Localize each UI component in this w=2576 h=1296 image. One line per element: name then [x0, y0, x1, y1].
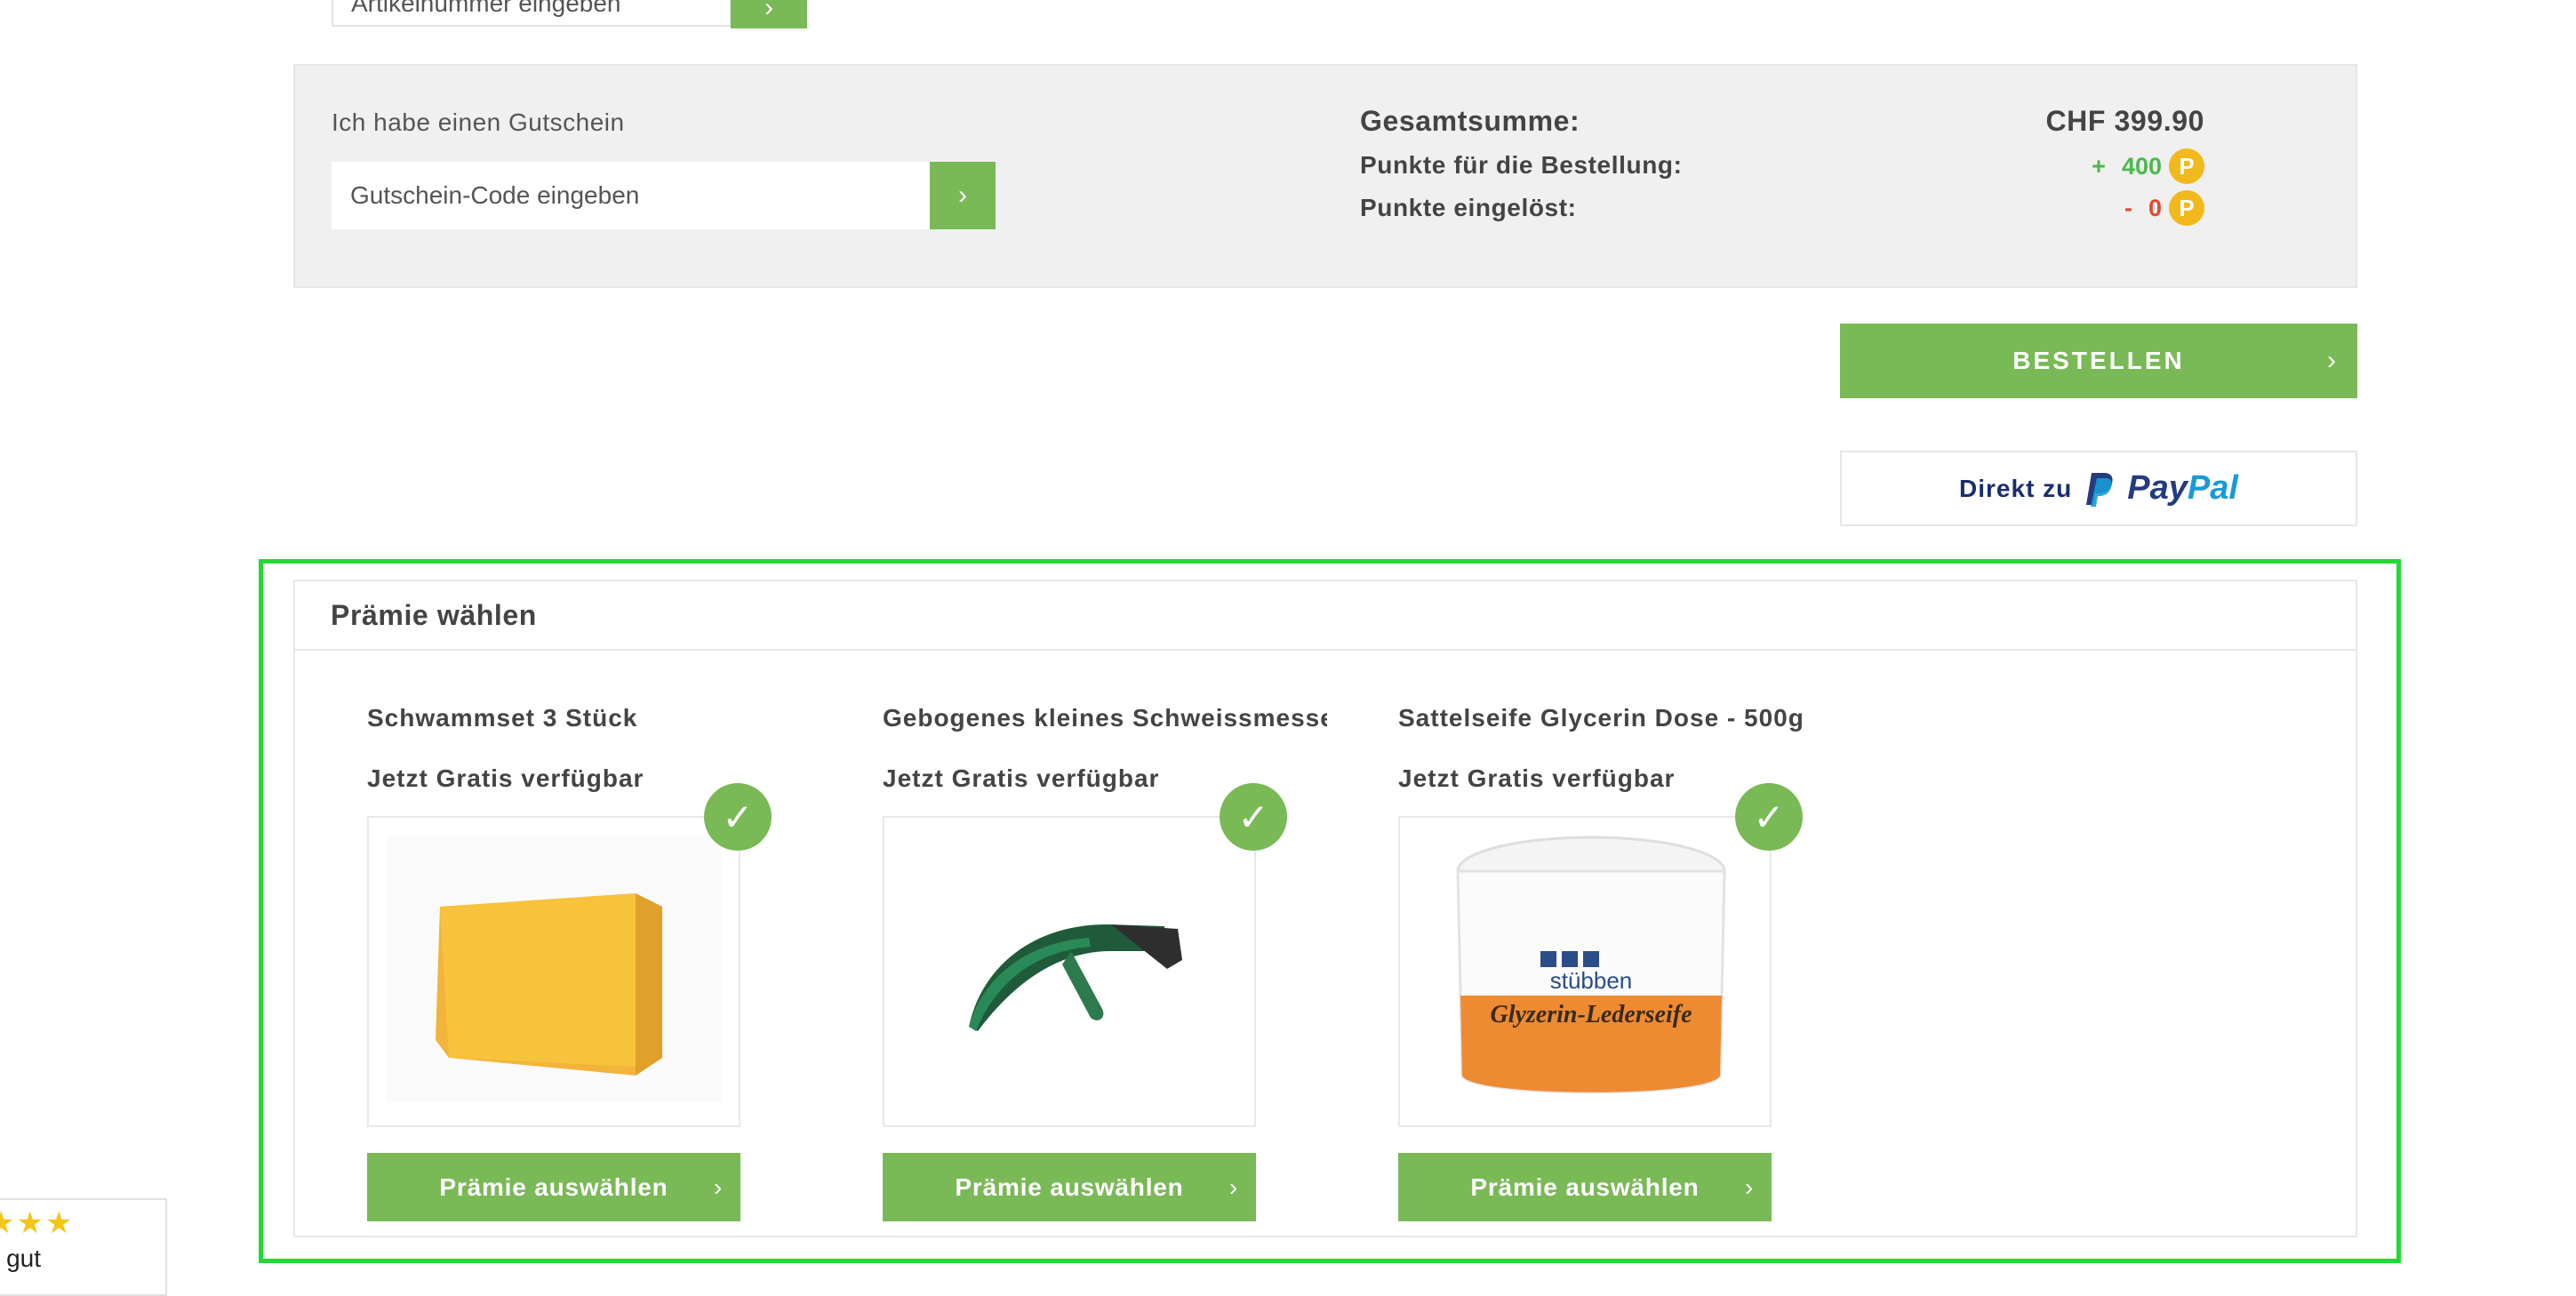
points-redeemed-number: 0 [2148, 194, 2162, 221]
chevron-right-icon: › [1228, 1172, 1238, 1201]
reward-panel-title: Prämie wählen [331, 599, 537, 631]
points-redeemed-sign: - [2124, 194, 2132, 221]
points-earned-label: Punkte für die Bestellung: [1360, 151, 1683, 179]
chevron-right-icon: › [2327, 346, 2336, 375]
check-icon: ✓ [1220, 783, 1287, 851]
paypal-wordmark: PayPal [2127, 469, 2238, 507]
reward-image-saddle-soap[interactable]: stübben Glyzerin-Lederseife [1398, 816, 1772, 1127]
rating-text: r gut [0, 1244, 42, 1272]
select-reward-button[interactable]: Prämie auswählen › [1398, 1153, 1772, 1221]
reward-availability: Jetzt Gratis verfügbar [1398, 764, 1676, 792]
saddle-soap-tin-image: stübben Glyzerin-Lederseife [1456, 836, 1726, 1094]
order-button-label: BESTELLEN [2012, 347, 2185, 374]
reward-availability: Jetzt Gratis verfügbar [367, 764, 644, 792]
order-button[interactable]: BESTELLEN › [1840, 324, 2357, 398]
check-icon: ✓ [1735, 783, 1803, 851]
sponge-image [387, 836, 721, 1102]
points-redeemed-label: Punkte eingelöst: [1360, 194, 1577, 221]
select-reward-button[interactable]: Prämie auswählen › [883, 1153, 1256, 1221]
svg-text:stübben: stübben [1550, 967, 1633, 994]
voucher-code-input[interactable]: Gutschein-Code eingeben [332, 162, 931, 229]
article-number-input[interactable]: Artikelnummer eingeben [332, 0, 732, 27]
voucher-label: Ich habe einen Gutschein [332, 108, 625, 136]
paypal-checkout-button[interactable]: Direkt zu PayPal [1840, 451, 2357, 526]
reward-name: Schwammset 3 Stück [367, 704, 638, 732]
select-reward-label: Prämie auswählen [955, 1172, 1184, 1201]
chevron-right-icon: › [958, 180, 967, 210]
paypal-button-label: Direkt zu [1959, 474, 2073, 502]
check-icon: ✓ [704, 783, 772, 851]
points-earned-number: 400 [2121, 152, 2162, 180]
voucher-submit-button[interactable]: › [930, 162, 996, 229]
select-reward-button[interactable]: Prämie auswählen › [367, 1153, 740, 1221]
chevron-right-icon: › [764, 0, 773, 22]
total-label: Gesamtsumme: [1360, 105, 1580, 137]
reward-name: Sattelseife Glycerin Dose - 500g [1398, 704, 1804, 732]
reward-image-sponge[interactable] [367, 816, 740, 1127]
star-rating-icon: ★★★ [0, 1206, 75, 1240]
points-redeemed-value: - 0 P [1956, 190, 2204, 226]
total-value: CHF 399.90 [2045, 105, 2204, 137]
chevron-right-icon: › [1744, 1172, 1754, 1201]
points-badge-icon: P [2169, 190, 2204, 226]
svg-text:Glyzerin-Lederseife: Glyzerin-Lederseife [1490, 1001, 1692, 1028]
reward-image-scraper[interactable] [883, 816, 1256, 1127]
reward-panel-header [295, 581, 2356, 651]
points-earned-sign: + [2092, 152, 2106, 180]
reward-availability: Jetzt Gratis verfügbar [883, 764, 1160, 792]
points-earned-value: + 400 P [1956, 148, 2204, 184]
select-reward-label: Prämie auswählen [439, 1172, 668, 1201]
sweat-scraper-image [969, 924, 1182, 1031]
chevron-right-icon: › [713, 1172, 723, 1201]
select-reward-label: Prämie auswählen [1470, 1172, 1700, 1201]
points-badge-icon: P [2169, 148, 2204, 184]
article-number-submit-button[interactable]: › [731, 0, 807, 28]
paypal-logo-icon [2086, 472, 2113, 507]
reward-name: Gebogenes kleines Schweissmesser [883, 704, 1327, 732]
